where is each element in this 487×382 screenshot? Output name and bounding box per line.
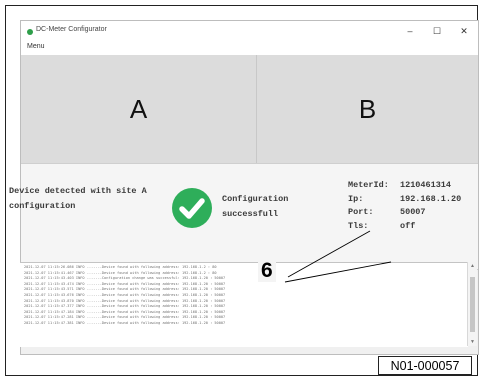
reference-code: N01-000057 xyxy=(378,356,472,375)
callout-leader-lines xyxy=(284,230,392,283)
callout-number: 6 xyxy=(258,260,276,282)
